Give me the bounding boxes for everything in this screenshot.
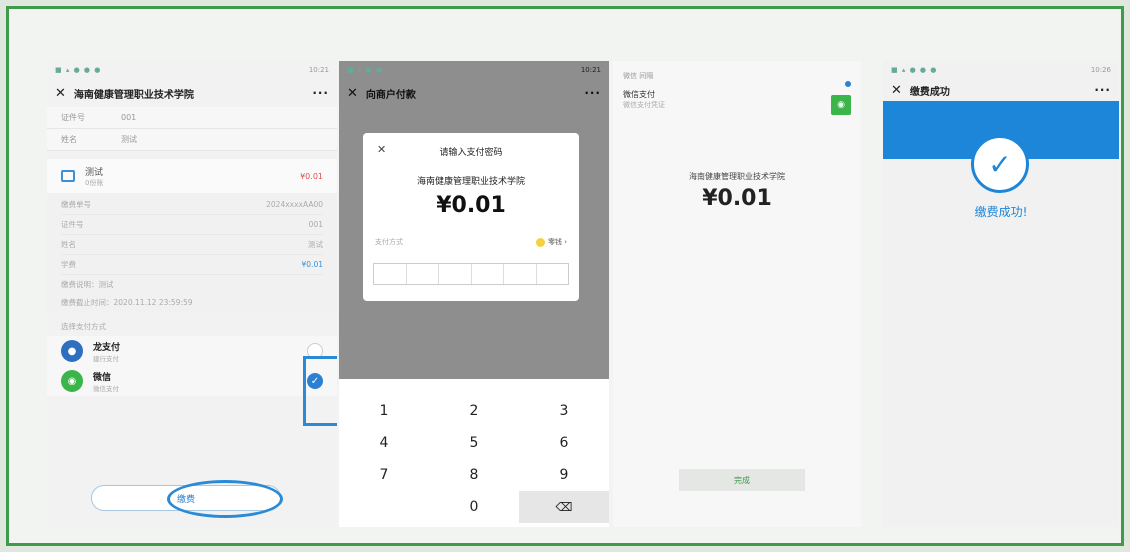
key-3[interactable]: 3	[519, 395, 609, 427]
row-label: 姓名	[61, 135, 77, 144]
key-1[interactable]: 1	[339, 395, 429, 427]
fee-note: 缴费说明：测试	[61, 279, 114, 289]
bill-icon	[61, 170, 75, 182]
highlight-oval	[167, 480, 283, 518]
detail-value: ¥0.01	[301, 260, 323, 269]
status-icons: ■ ▴ ● ● ●	[891, 66, 938, 74]
title-bar: ✕ 缴费成功 ···	[883, 79, 1119, 101]
fee-item-sub: 0份账	[85, 178, 104, 187]
fee-item-amount: ¥0.01	[300, 171, 323, 181]
page-title: 缴费成功	[909, 86, 950, 98]
fee-deadline: 缴费截止时间：2020.11.12 23:59:59	[61, 297, 193, 307]
pay-option-wechat[interactable]: ◉ 微信 微信支付 ✓	[47, 366, 337, 396]
more-icon[interactable]: ···	[1094, 83, 1111, 97]
row-value: 测试	[121, 135, 137, 144]
message-title: 微信支付	[623, 90, 655, 99]
success-message: 缴费成功!	[974, 205, 1028, 219]
payment-method-row[interactable]: 支付方式 零钱 ›	[375, 237, 567, 247]
key-blank	[339, 491, 429, 523]
pay-option-sub: 微信支付	[93, 384, 119, 393]
section-label: 选择支付方式	[61, 322, 106, 331]
coin-icon	[535, 237, 545, 247]
detail-value: 001	[308, 220, 323, 229]
more-icon[interactable]: ···	[312, 86, 329, 100]
fee-details: 缴费单号 2024xxxxAA00 证件号 001 姓名 测试 学费 ¥0.01 缴费说…	[47, 193, 337, 313]
detail-value: 2024xxxxAA00	[266, 200, 323, 209]
detail-label: 证件号	[61, 220, 84, 229]
paid-amount: ¥0.01	[702, 186, 772, 211]
status-bar: ■ ▴ ● ● ● 10:26	[883, 61, 1119, 79]
success-screen: ■ ▴ ● ● ● 10:26 ✕ 缴费成功 ··· ✓ 缴费成功!	[883, 61, 1119, 527]
pay-option-sub: 建行支付	[93, 354, 119, 363]
longpay-logo-icon: ●	[61, 340, 83, 362]
page-title: 海南健康管理职业技术学院	[73, 89, 194, 101]
wechat-pay-icon: ◉	[831, 95, 851, 115]
highlight-box	[303, 356, 337, 426]
wechat-message: 微信 间隔 微信支付 微信支付凭证 ◉	[613, 61, 861, 115]
status-time: 10:21	[580, 66, 601, 74]
status-bar: ■ ▴ ● ● ● 10:21	[47, 61, 337, 79]
detail-row: 缴费单号 2024xxxxAA00	[61, 195, 323, 215]
status-time: 10:21	[308, 66, 329, 74]
dialog-title: 请输入支付密码	[439, 148, 503, 158]
close-icon[interactable]: ✕	[55, 86, 66, 101]
key-6[interactable]: 6	[519, 427, 609, 459]
detail-label: 缴费单号	[61, 200, 91, 209]
close-icon[interactable]: ✕	[347, 86, 358, 101]
detail-row: 姓名 测试	[61, 235, 323, 255]
wechat-logo-icon: ◉	[61, 370, 83, 392]
method-label: 支付方式	[375, 238, 403, 246]
status-time: 10:26	[1090, 66, 1111, 74]
detail-label: 姓名	[61, 240, 76, 249]
success-check-icon: ✓	[971, 135, 1029, 193]
detail-row: 学费 ¥0.01	[61, 255, 323, 275]
info-row: 证件号 001	[47, 107, 337, 129]
row-value: 001	[121, 113, 137, 122]
fee-item[interactable]: 测试 0份账 ¥0.01	[47, 159, 337, 193]
unread-dot	[845, 81, 851, 87]
password-dialog: ✕ 请输入支付密码 海南健康管理职业技术学院 ¥0.01 支付方式 零钱 ›	[363, 133, 579, 301]
numeric-keypad: 1 2 3 4 5 6 7 8 9 0 ⌫	[339, 395, 609, 523]
key-4[interactable]: 4	[339, 427, 429, 459]
more-icon[interactable]: ···	[584, 86, 601, 100]
pay-option-longpay[interactable]: ● 龙支付 建行支付	[47, 336, 337, 366]
pay-option-name: 龙支付	[93, 342, 121, 353]
composite-frame: ■ ▴ ● ● ● 10:21 ✕ 海南健康管理职业技术学院 ··· 证件号 0…	[6, 6, 1124, 546]
title-bar: ✕ 向商户付款 ···	[339, 79, 609, 107]
done-button[interactable]: 完成	[679, 469, 805, 491]
fee-item-name: 测试	[85, 167, 104, 178]
message-sub: 微信支付凭证	[623, 101, 665, 109]
close-icon[interactable]: ✕	[377, 143, 386, 156]
info-row: 姓名 测试	[47, 129, 337, 151]
row-label: 证件号	[61, 113, 85, 122]
key-5[interactable]: 5	[429, 427, 519, 459]
close-icon[interactable]: ✕	[891, 83, 902, 98]
app-label: 微信 间隔	[623, 72, 654, 80]
key-0[interactable]: 0	[429, 491, 519, 523]
detail-row: 证件号 001	[61, 215, 323, 235]
status-bar: ■ ▴ ● ● 10:21	[339, 61, 609, 79]
pin-input[interactable]	[373, 263, 569, 285]
payment-form-screen: ■ ▴ ● ● ● 10:21 ✕ 海南健康管理职业技术学院 ··· 证件号 0…	[47, 61, 337, 527]
done-label: 完成	[734, 475, 750, 485]
status-icons: ■ ▴ ● ●	[347, 66, 384, 74]
key-8[interactable]: 8	[429, 459, 519, 491]
pay-amount: ¥0.01	[436, 193, 506, 218]
key-2[interactable]: 2	[429, 395, 519, 427]
password-screen: ■ ▴ ● ● 10:21 ✕ 向商户付款 ··· ✕ 请输入支付密码 海南健康…	[339, 61, 609, 527]
merchant-name: 海南健康管理职业技术学院	[689, 172, 785, 181]
key-9[interactable]: 9	[519, 459, 609, 491]
merchant-name: 海南健康管理职业技术学院	[416, 177, 525, 187]
backspace-icon[interactable]: ⌫	[519, 491, 609, 523]
pay-option-name: 微信	[93, 372, 112, 383]
page-title: 向商户付款	[365, 89, 416, 101]
method-value: 零钱 ›	[547, 238, 567, 246]
key-7[interactable]: 7	[339, 459, 429, 491]
status-icons: ■ ▴ ● ● ●	[55, 66, 102, 74]
detail-label: 学费	[61, 260, 76, 269]
title-bar: ✕ 海南健康管理职业技术学院 ···	[47, 79, 337, 107]
detail-value: 测试	[308, 240, 323, 249]
receipt-screen: 微信 间隔 微信支付 微信支付凭证 ◉ 海南健康管理职业技术学院 ¥0.01 完…	[613, 61, 861, 527]
